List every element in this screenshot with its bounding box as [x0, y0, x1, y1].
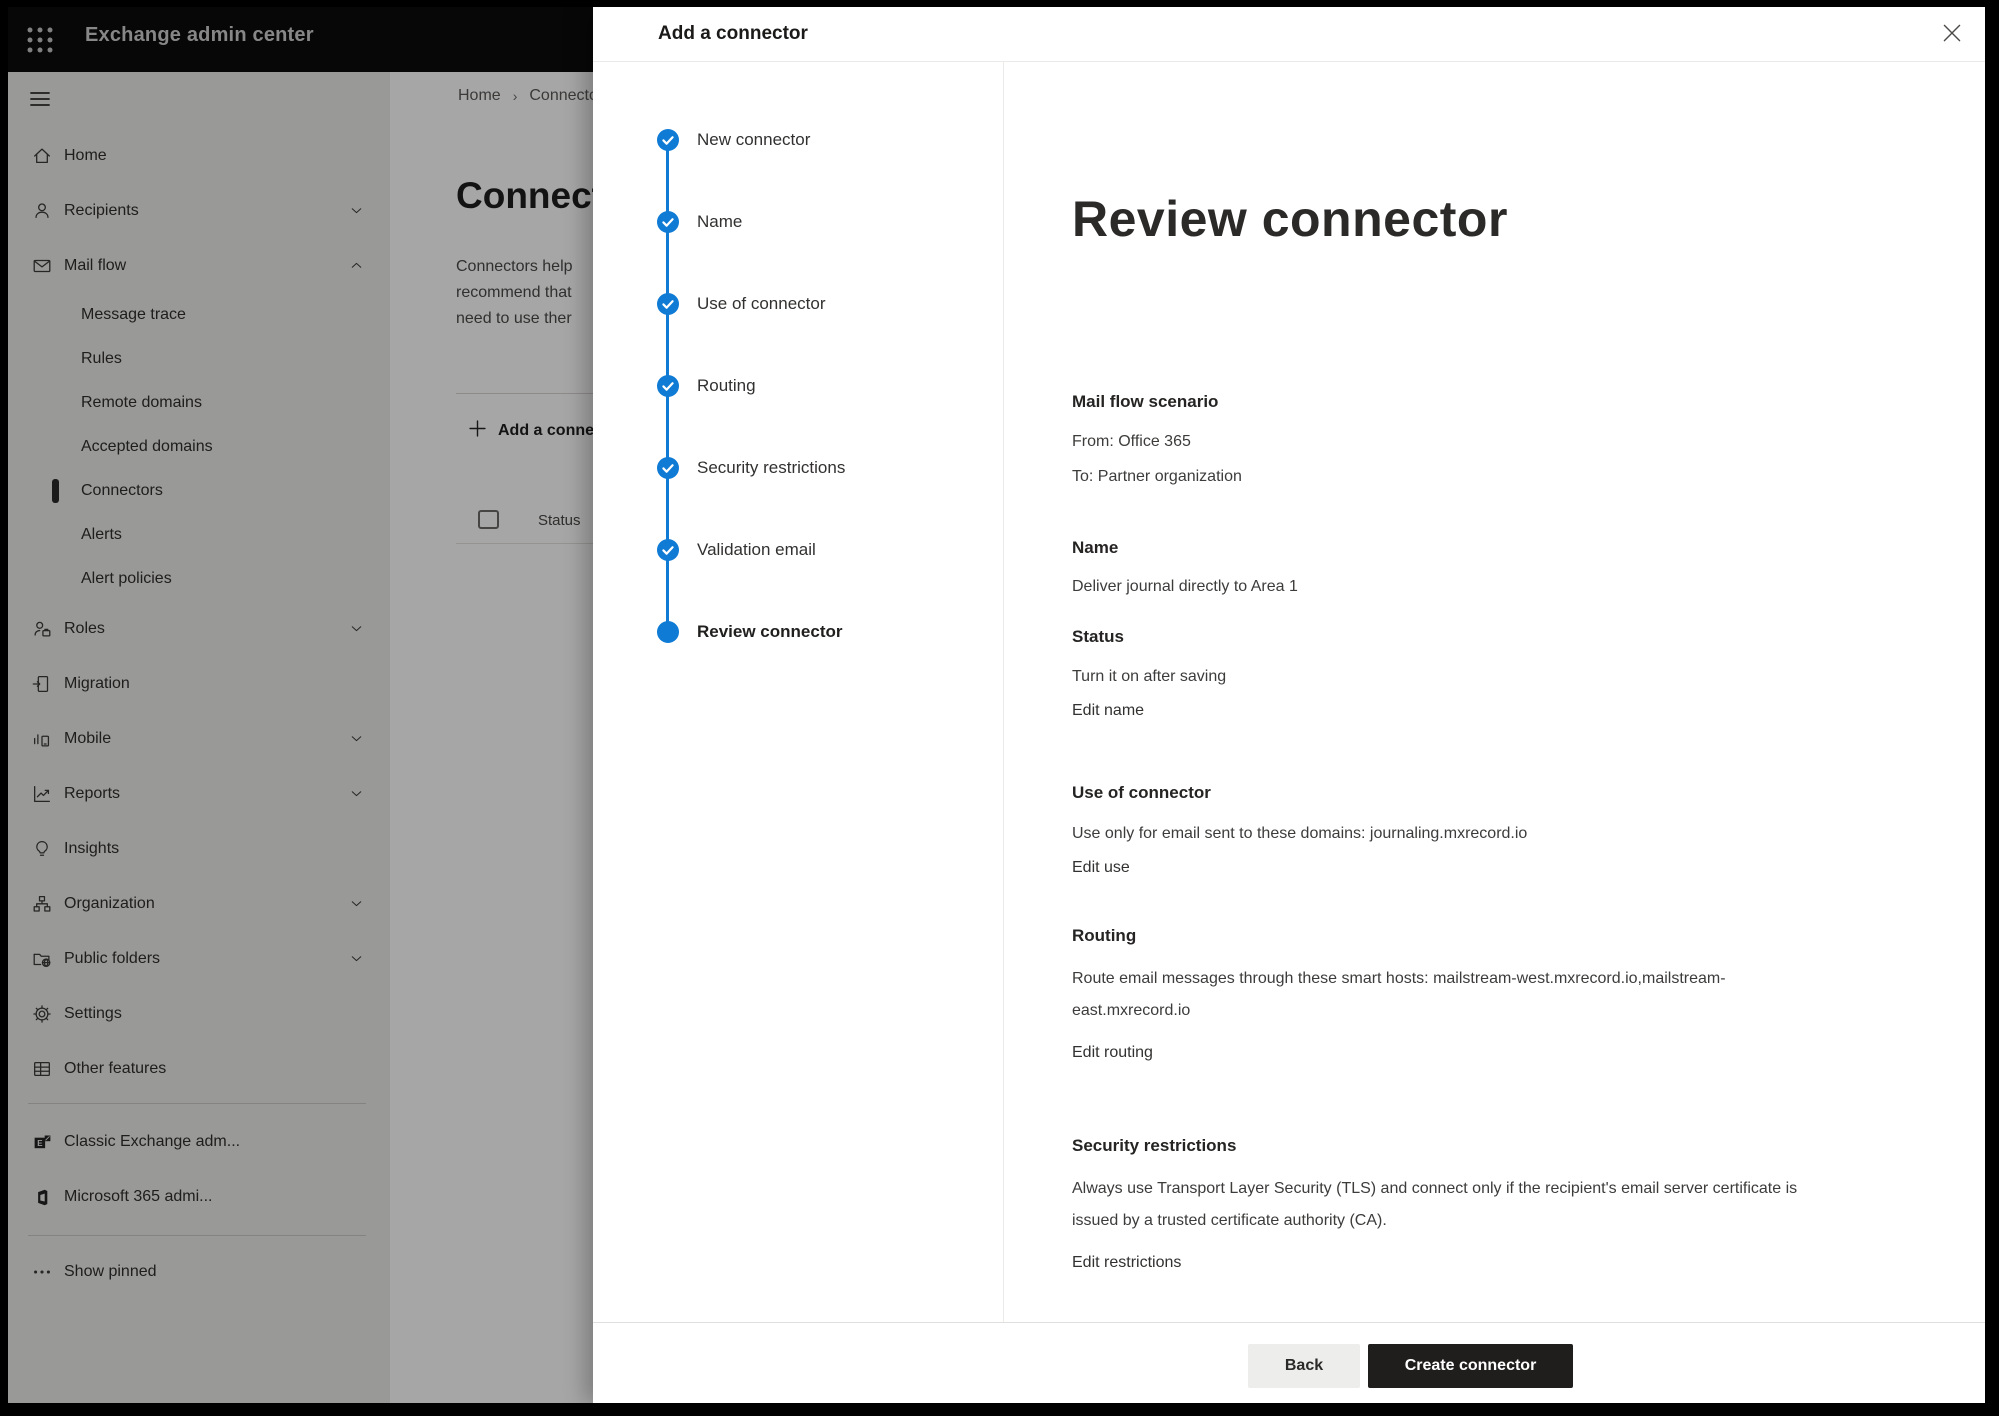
close-icon: [1939, 20, 1965, 49]
edit-name-link[interactable]: Edit name: [1072, 702, 1144, 720]
routing-value: Route email messages through these smart…: [1072, 963, 1832, 1027]
section-title-mail-flow-scenario: Mail flow scenario: [1072, 392, 1218, 412]
wizard-step-label: New connector: [697, 129, 810, 151]
mail-flow-to: To: Partner organization: [1072, 461, 1242, 493]
mail-flow-from: From: Office 365: [1072, 426, 1191, 458]
security-value: Always use Transport Layer Security (TLS…: [1072, 1173, 1832, 1237]
step-complete-check-icon: [657, 129, 679, 151]
step-complete-check-icon: [657, 457, 679, 479]
section-title-name: Name: [1072, 538, 1118, 558]
exchange-admin-center: Exchange admin center HomeRecipientsMail…: [8, 7, 1985, 1403]
wizard-stepper: New connector Name Use of connector Routing…: [593, 62, 1004, 1322]
use-value: Use only for email sent to these domains…: [1072, 818, 1527, 850]
step-complete-check-icon: [657, 293, 679, 315]
section-title-status: Status: [1072, 627, 1124, 647]
wizard-step-label: Use of connector: [697, 293, 826, 315]
close-button[interactable]: [1937, 19, 1967, 49]
edit-use-link[interactable]: Edit use: [1072, 859, 1130, 877]
review-heading: Review connector: [1072, 190, 1508, 248]
dialog-title: Add a connector: [658, 23, 808, 45]
name-value: Deliver journal directly to Area 1: [1072, 571, 1298, 603]
step-current-dot-icon: [657, 621, 679, 643]
add-connector-dialog: Add a connector New connector Name Use of …: [593, 7, 1985, 1403]
wizard-step-label: Review connector: [697, 621, 843, 643]
wizard-step-label: Name: [697, 211, 742, 233]
create-connector-button[interactable]: Create connector: [1368, 1344, 1573, 1388]
wizard-step-label: Security restrictions: [697, 457, 845, 479]
step-complete-check-icon: [657, 539, 679, 561]
dialog-footer: Back Create connector: [593, 1322, 1985, 1403]
wizard-step-label: Validation email: [697, 539, 816, 561]
step-complete-check-icon: [657, 211, 679, 233]
section-title-routing: Routing: [1072, 926, 1136, 946]
edit-routing-link[interactable]: Edit routing: [1072, 1044, 1153, 1062]
status-value: Turn it on after saving: [1072, 661, 1226, 693]
section-title-security-restrictions: Security restrictions: [1072, 1136, 1236, 1156]
screenshot-frame: Exchange admin center HomeRecipientsMail…: [0, 0, 1999, 1416]
edit-restrictions-link[interactable]: Edit restrictions: [1072, 1254, 1181, 1272]
review-panel: Review connector Mail flow scenario From…: [1004, 62, 1985, 1322]
back-button[interactable]: Back: [1248, 1344, 1360, 1388]
section-title-use-of-connector: Use of connector: [1072, 783, 1211, 803]
dialog-header: Add a connector: [593, 7, 1985, 62]
wizard-step-label: Routing: [697, 375, 756, 397]
step-complete-check-icon: [657, 375, 679, 397]
